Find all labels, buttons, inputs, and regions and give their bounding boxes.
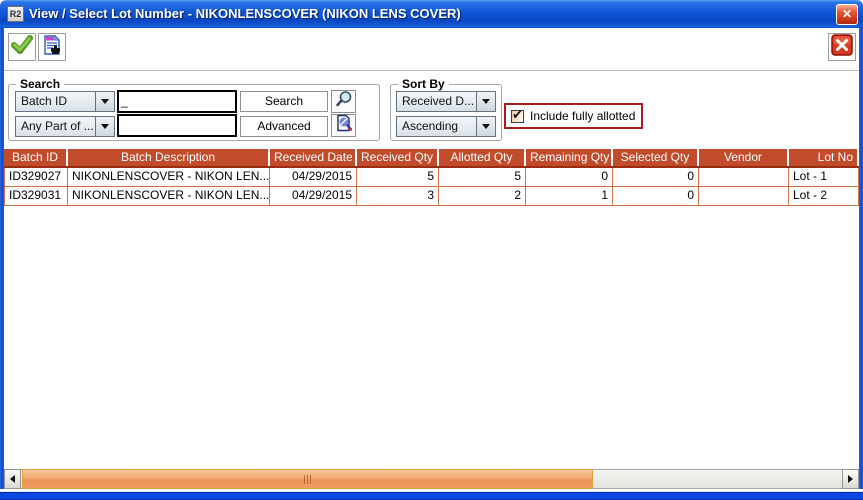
table-cell: Lot - 1 — [789, 168, 859, 187]
grip-icon — [304, 475, 305, 484]
select-button[interactable] — [8, 33, 36, 61]
dropdown-arrow-icon[interactable] — [95, 92, 114, 111]
titlebar-close-button[interactable]: ✕ — [836, 4, 858, 25]
include-fully-allotted-highlight: ✔ Include fully allotted — [504, 103, 643, 129]
red-x-icon — [831, 34, 853, 61]
close-button[interactable] — [828, 33, 856, 61]
sort-direction-select[interactable]: Ascending — [396, 116, 496, 137]
search-button[interactable]: Search — [240, 91, 328, 112]
search-value-input[interactable]: _ — [117, 90, 237, 113]
table-cell: NIKONLENSCOVER - NIKON LEN... — [68, 187, 270, 206]
header-cell[interactable]: Vendor — [699, 148, 789, 166]
table-cell: 0 — [613, 168, 699, 187]
sort-direction-value: Ascending — [402, 119, 458, 133]
table-cell: 0 — [613, 187, 699, 206]
checkmark-icon: ✔ — [512, 107, 523, 123]
table-cell: 04/29/2015 — [270, 168, 357, 187]
window-border-bottom — [0, 489, 863, 500]
sort-by-group-label: Sort By — [398, 77, 449, 91]
search-value-input-2[interactable] — [117, 114, 237, 137]
table-cell — [699, 168, 789, 187]
scroll-left-button[interactable] — [4, 469, 21, 489]
table-header-row: Batch IDBatch DescriptionReceived DateRe… — [4, 148, 859, 168]
search-field-value: Batch ID — [21, 94, 67, 108]
search-group-label: Search — [16, 77, 64, 91]
horizontal-scrollbar[interactable] — [4, 469, 859, 489]
table-row[interactable]: ID329027NIKONLENSCOVER - NIKON LEN...04/… — [4, 168, 859, 187]
document-stamp-icon — [41, 34, 63, 61]
app-icon: R2 — [7, 6, 24, 22]
table-body: ID329027NIKONLENSCOVER - NIKON LEN...04/… — [4, 168, 859, 206]
find-icon-button[interactable] — [331, 90, 356, 113]
table-cell: Lot - 2 — [789, 187, 859, 206]
table-cell — [699, 187, 789, 206]
toolbar — [4, 28, 859, 71]
sort-field-select[interactable]: Received D... — [396, 91, 496, 112]
header-cell[interactable]: Lot No — [789, 148, 859, 166]
table-cell: ID329027 — [4, 168, 68, 187]
window-border-right — [859, 28, 863, 500]
lot-table: Batch IDBatch DescriptionReceived DateRe… — [4, 148, 859, 206]
scroll-right-button[interactable] — [842, 469, 859, 489]
header-cell[interactable]: Selected Qty — [613, 148, 699, 166]
table-cell: 5 — [439, 168, 526, 187]
table-cell: ID329031 — [4, 187, 68, 206]
search-field-select[interactable]: Batch ID — [15, 91, 115, 112]
header-cell[interactable]: Received Qty — [357, 148, 439, 166]
advanced-find-icon-button[interactable] — [331, 114, 356, 137]
advanced-button[interactable]: Advanced — [240, 116, 328, 137]
sort-field-value: Received D... — [402, 94, 474, 108]
report-button[interactable] — [38, 33, 66, 61]
table-row[interactable]: ID329031NIKONLENSCOVER - NIKON LEN...04/… — [4, 187, 859, 206]
header-cell[interactable]: Remaining Qty — [526, 148, 613, 166]
header-cell[interactable]: Batch Description — [68, 148, 270, 166]
table-cell: NIKONLENSCOVER - NIKON LEN... — [68, 168, 270, 187]
scrollbar-thumb[interactable] — [22, 469, 593, 489]
search-match-value: Any Part of ... — [21, 119, 94, 133]
header-cell[interactable]: Batch ID — [4, 148, 68, 166]
include-fully-allotted-checkbox[interactable]: ✔ — [511, 110, 524, 123]
dropdown-arrow-icon[interactable] — [476, 117, 495, 136]
search-match-select[interactable]: Any Part of ... — [15, 116, 115, 137]
right-arrow-icon — [848, 475, 853, 483]
window-title: View / Select Lot Number - NIKONLENSCOVE… — [29, 6, 461, 21]
table-cell: 04/29/2015 — [270, 187, 357, 206]
green-checkmark-icon — [11, 34, 33, 61]
advanced-find-icon — [335, 114, 353, 137]
header-cell[interactable]: Allotted Qty — [439, 148, 526, 166]
titlebar[interactable]: R2 View / Select Lot Number - NIKONLENSC… — [0, 0, 863, 28]
magnifier-icon — [335, 90, 353, 113]
table-cell: 2 — [439, 187, 526, 206]
header-cell[interactable]: Received Date — [270, 148, 357, 166]
table-cell: 1 — [526, 187, 613, 206]
dropdown-arrow-icon[interactable] — [95, 117, 114, 136]
left-arrow-icon — [10, 475, 15, 483]
include-fully-allotted-label: Include fully allotted — [530, 109, 635, 123]
table-cell: 3 — [357, 187, 439, 206]
text-caret: _ — [121, 94, 128, 108]
grip-icon — [307, 475, 308, 484]
table-cell: 0 — [526, 168, 613, 187]
grip-icon — [310, 475, 311, 484]
dropdown-arrow-icon[interactable] — [476, 92, 495, 111]
dialog-window: R2 View / Select Lot Number - NIKONLENSC… — [0, 0, 863, 500]
window-border-left — [0, 28, 4, 500]
table-cell: 5 — [357, 168, 439, 187]
